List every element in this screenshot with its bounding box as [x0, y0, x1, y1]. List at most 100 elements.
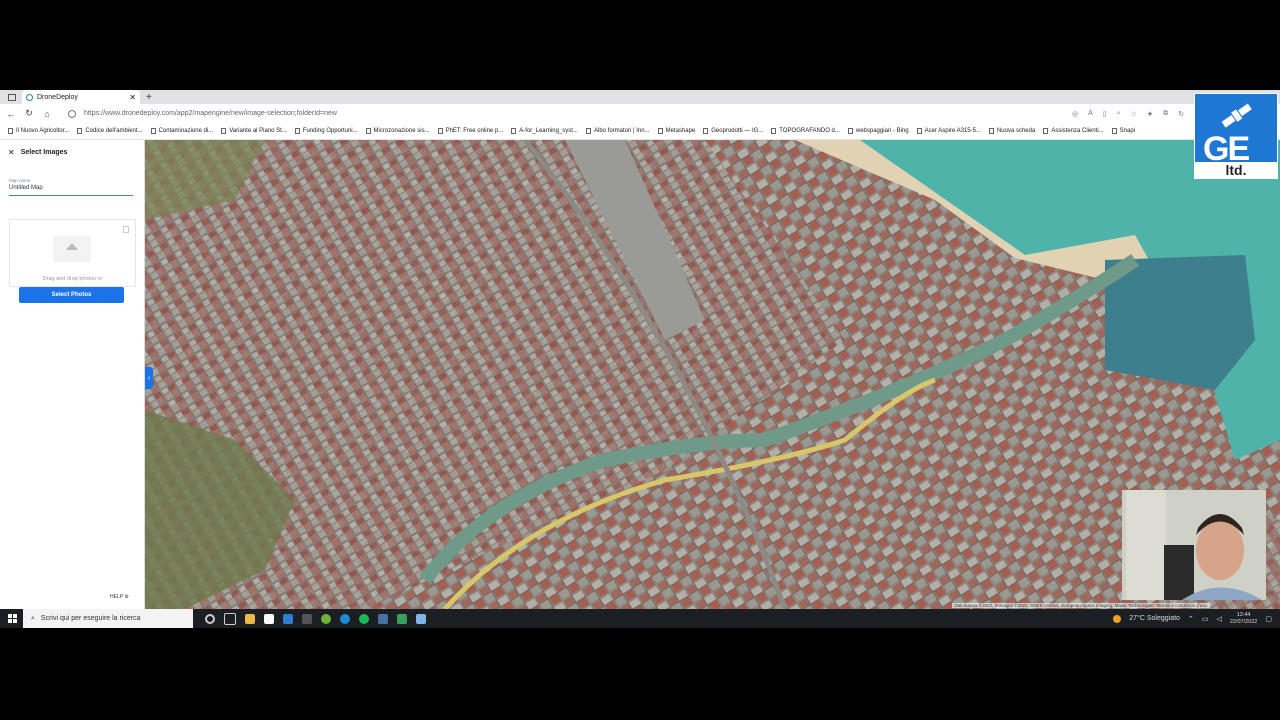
- help-link[interactable]: HELP ⚙: [110, 594, 129, 600]
- select-photos-button[interactable]: Select Photos: [19, 287, 124, 303]
- volume-icon[interactable]: ◁: [1216, 615, 1221, 623]
- page-icon: [8, 128, 13, 134]
- page-icon: [1043, 128, 1049, 134]
- bookmark[interactable]: PhET: Free online p...: [437, 128, 503, 134]
- app-icon[interactable]: [416, 613, 426, 624]
- url-text: https://www.dronedeploy.com/app2/mapengi…: [84, 110, 337, 117]
- bookmark[interactable]: Albo formatori | Inn...: [585, 128, 650, 134]
- address-bar-actions: ◎ A ▯ ⌕ ☆ ★ ⧉ ↻: [1072, 110, 1184, 118]
- page-icon: [703, 128, 709, 134]
- bookmark[interactable]: Variante al Piano St...: [221, 128, 287, 134]
- channel-logo: GE ltd.: [1194, 93, 1278, 179]
- clock[interactable]: 13:44 22/07/2022: [1230, 612, 1258, 626]
- app-icon[interactable]: [302, 613, 312, 624]
- select-images-panel: ✕ Select Images Map name Untitled Map Dr…: [0, 140, 145, 609]
- notepad-icon[interactable]: [264, 613, 274, 624]
- bookmark[interactable]: TOPOGRAFANDO d...: [771, 128, 840, 134]
- page-icon: [77, 128, 83, 134]
- extensions-icon[interactable]: ☆: [1131, 110, 1137, 118]
- taskbar-search-input[interactable]: ⌕ Scrivi qui per eseguire la ricerca: [23, 609, 193, 628]
- page-icon: [657, 128, 663, 134]
- home-icon[interactable]: ⌂: [40, 109, 54, 119]
- network-icon[interactable]: ▭: [1202, 615, 1209, 623]
- collections-icon[interactable]: ⧉: [1163, 110, 1168, 118]
- url-field[interactable]: https://www.dronedeploy.com/app2/mapengi…: [68, 109, 337, 118]
- page-icon: [916, 128, 922, 134]
- panel-title: Select Images: [20, 149, 68, 156]
- bookmark[interactable]: Codice dell'ambient...: [77, 128, 143, 134]
- search-placeholder: Scrivi qui per eseguire la ricerca: [40, 615, 141, 622]
- trash-icon[interactable]: [123, 226, 129, 233]
- file-explorer-icon[interactable]: [245, 613, 255, 624]
- bookmark[interactable]: Microzonazione sis...: [365, 128, 430, 134]
- satellite-map[interactable]: Dati mappa ©2022, Immagini ©2022, CNES /…: [145, 140, 1280, 609]
- app-icon[interactable]: [283, 613, 293, 624]
- page-icon: [150, 128, 156, 134]
- zoom-icon[interactable]: ⌕: [1117, 110, 1121, 118]
- window-menu-icon[interactable]: [8, 93, 16, 101]
- page-icon: [294, 128, 300, 134]
- map-name-input[interactable]: Untitled Map: [9, 185, 133, 196]
- close-panel-icon[interactable]: ✕: [8, 148, 15, 157]
- bookmark[interactable]: Contaminazione di...: [150, 128, 213, 134]
- gear-icon: ⚙: [124, 594, 129, 600]
- windows-start-icon[interactable]: [8, 614, 17, 623]
- image-placeholder-icon: [53, 236, 91, 262]
- reload-icon[interactable]: ↻: [22, 108, 36, 119]
- bookmark[interactable]: Acer Aspire A315-5...: [916, 128, 981, 134]
- satellite-icon: [1221, 103, 1252, 128]
- page-icon: [365, 128, 371, 134]
- map-attribution: Dati mappa ©2022, Immagini ©2022, CNES /…: [951, 603, 1210, 608]
- favorites-icon[interactable]: ★: [1147, 110, 1153, 118]
- bookmark[interactable]: Il Nuovo Agricoltor...: [8, 128, 69, 134]
- cortana-icon[interactable]: [205, 613, 215, 624]
- bookmark[interactable]: Nuova scheda: [988, 128, 1035, 134]
- collapse-panel-button[interactable]: ‹: [145, 367, 153, 389]
- bookmark[interactable]: Geoprodotti — IG...: [703, 128, 763, 134]
- bookmark[interactable]: A-for_Learning_syst...: [511, 128, 578, 134]
- page-icon: [847, 128, 853, 134]
- edge-icon[interactable]: [340, 613, 350, 624]
- photos-icon[interactable]: [397, 613, 407, 624]
- page-icon: [585, 128, 591, 134]
- bookmark[interactable]: Assistenza Clienti...: [1043, 128, 1104, 134]
- system-tray: 27°C Soleggiato ⌃ ▭ ◁ 13:44 22/07/2022 ▢: [1113, 612, 1272, 626]
- weather-text[interactable]: 27°C Soleggiato: [1129, 615, 1180, 622]
- immersive-reader-icon[interactable]: ▯: [1103, 110, 1107, 118]
- bookmark[interactable]: Metashape: [657, 128, 695, 134]
- tab-title: DroneDeploy: [37, 93, 78, 101]
- clock-date: 22/07/2022: [1229, 618, 1258, 625]
- taskbar-apps: [205, 612, 426, 625]
- page-icon: [988, 128, 994, 134]
- browser-tab-strip: DroneDeploy ✕ +: [0, 90, 1280, 104]
- page-icon: [771, 128, 777, 134]
- bookmark[interactable]: Funding Opportuni...: [294, 128, 358, 134]
- dronedeploy-favicon-icon: [26, 93, 33, 101]
- map-name-label: Map name: [9, 178, 31, 183]
- task-view-icon[interactable]: [224, 612, 236, 625]
- presenter-video: [1122, 490, 1266, 600]
- photo-dropzone[interactable]: Drag and drop photos or: [9, 219, 136, 287]
- calculator-icon[interactable]: [378, 613, 388, 624]
- tray-chevron-icon[interactable]: ⌃: [1188, 615, 1194, 623]
- read-aloud-icon[interactable]: A: [1088, 110, 1093, 118]
- bookmark[interactable]: webspaggiari - Bing: [847, 128, 909, 134]
- refresh-icon[interactable]: ↻: [1178, 110, 1184, 118]
- spotify-icon[interactable]: [359, 613, 369, 624]
- page-icon: [221, 128, 227, 134]
- notifications-icon[interactable]: ▢: [1265, 615, 1272, 623]
- bookmark[interactable]: Snapi: [1111, 128, 1135, 134]
- browser-tab[interactable]: DroneDeploy ✕: [22, 90, 140, 104]
- location-icon[interactable]: ◎: [1072, 110, 1078, 118]
- new-tab-icon[interactable]: +: [146, 92, 152, 103]
- panel-header: ✕ Select Images: [8, 148, 67, 157]
- logo-subtext: ltd.: [1195, 162, 1277, 179]
- clock-time: 13:44: [1236, 611, 1251, 618]
- close-tab-icon[interactable]: ✕: [129, 93, 136, 102]
- dropzone-text: Drag and drop photos or: [42, 276, 103, 282]
- back-icon[interactable]: ←: [4, 109, 18, 119]
- qgis-icon[interactable]: [321, 613, 331, 624]
- screen: DroneDeploy ✕ + ← ↻ ⌂ https://www.droned…: [0, 90, 1280, 628]
- address-bar: ← ↻ ⌂ https://www.dronedeploy.com/app2/m…: [0, 104, 1280, 124]
- webcam-overlay: [1122, 490, 1266, 600]
